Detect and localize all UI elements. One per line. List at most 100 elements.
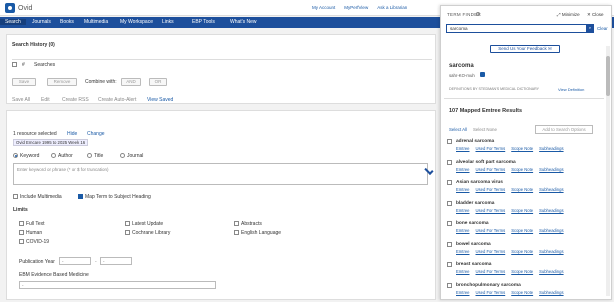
- info-icon[interactable]: [476, 12, 480, 16]
- tool-scrollbar[interactable]: [606, 46, 610, 296]
- save-all-link[interactable]: Save All: [12, 97, 30, 103]
- emtree-link[interactable]: Emtree: [456, 290, 470, 295]
- author-radio[interactable]: [51, 153, 56, 158]
- used-for-terms-link[interactable]: Used For Terms: [476, 167, 506, 172]
- subheadings-link[interactable]: Subheadings: [539, 187, 563, 192]
- limit-abstracts-checkbox[interactable]: [234, 221, 239, 226]
- emtree-link[interactable]: Emtree: [456, 249, 470, 254]
- used-for-terms-link[interactable]: Used For Terms: [476, 290, 506, 295]
- map-term-checkbox[interactable]: [78, 194, 83, 199]
- combine-or-button[interactable]: OR: [149, 78, 167, 86]
- nav-journals[interactable]: Journals: [32, 19, 51, 25]
- save-history-button[interactable]: Save: [12, 78, 36, 86]
- scope-note-link[interactable]: Scope Note: [511, 249, 533, 254]
- used-for-terms-link[interactable]: Used For Terms: [476, 187, 506, 192]
- edit-link[interactable]: Edit: [41, 97, 50, 103]
- add-to-search-button[interactable]: Add to Search Options: [535, 125, 593, 134]
- select-all-history-checkbox[interactable]: [12, 62, 17, 67]
- keyword-radio[interactable]: [13, 153, 18, 158]
- used-for-terms-link[interactable]: Used For Terms: [476, 249, 506, 254]
- subheadings-link[interactable]: Subheadings: [539, 146, 563, 151]
- subheadings-link[interactable]: Subheadings: [539, 228, 563, 233]
- limit-latest-update-checkbox[interactable]: [125, 221, 130, 226]
- term-checkbox[interactable]: [447, 139, 452, 144]
- minimize-button[interactable]: ⤢ Minimize: [557, 12, 580, 17]
- create-auto-alert-link[interactable]: Create Auto-Alert: [98, 97, 136, 103]
- my-account-link[interactable]: My Account: [312, 5, 335, 10]
- term-name[interactable]: adrenal sarcoma: [456, 139, 494, 144]
- limit-covid-checkbox[interactable]: [19, 239, 24, 244]
- term-checkbox[interactable]: [447, 200, 452, 206]
- nav-books[interactable]: Books: [60, 19, 74, 25]
- scrollbar-thumb[interactable]: [606, 56, 610, 96]
- journal-radio[interactable]: [120, 153, 125, 158]
- term-checkbox[interactable]: [447, 180, 452, 185]
- limit-english-checkbox[interactable]: [234, 230, 239, 235]
- limits-title[interactable]: Limits: [13, 207, 28, 213]
- limit-full-text-checkbox[interactable]: [19, 221, 24, 226]
- ebm-select[interactable]: -: [19, 281, 216, 289]
- scope-note-link[interactable]: Scope Note: [511, 187, 533, 192]
- term-name[interactable]: Asian sarcoma virus: [456, 180, 503, 185]
- close-button[interactable]: ✕ Close: [587, 12, 604, 18]
- term-checkbox[interactable]: [447, 221, 452, 226]
- select-all-link[interactable]: Select All: [449, 127, 467, 132]
- used-for-terms-link[interactable]: Used For Terms: [476, 146, 506, 151]
- subheadings-link[interactable]: Subheadings: [539, 269, 563, 274]
- term-checkbox[interactable]: [447, 159, 452, 165]
- ovid-logo[interactable]: Ovid: [5, 3, 32, 13]
- term-name[interactable]: bronchopulmonary sarcoma: [456, 283, 521, 288]
- nav-search[interactable]: Search: [0, 19, 26, 25]
- feedback-button[interactable]: Send Us Your Feedback ✉: [490, 45, 560, 53]
- nav-links[interactable]: Links: [162, 19, 174, 25]
- view-saved-link[interactable]: View Saved: [147, 97, 173, 103]
- scope-note-link[interactable]: Scope Note: [511, 208, 533, 213]
- term-name[interactable]: bladder sarcoma: [456, 201, 494, 206]
- ask-librarian-link[interactable]: Ask a Librarian: [377, 5, 407, 10]
- select-none-link[interactable]: Select None: [473, 127, 497, 132]
- search-history-title[interactable]: Search History (0): [12, 42, 55, 48]
- emtree-link[interactable]: Emtree: [456, 228, 470, 233]
- pub-year-to-select[interactable]: -: [100, 257, 132, 265]
- used-for-terms-link[interactable]: Used For Terms: [476, 269, 506, 274]
- scope-note-link[interactable]: Scope Note: [511, 167, 533, 172]
- search-input[interactable]: Enter keyword or phrase (* or $ for trun…: [13, 163, 428, 185]
- speaker-icon[interactable]: [480, 72, 485, 77]
- limit-human-checkbox[interactable]: [19, 230, 24, 235]
- term-name[interactable]: alveolar soft part sarcoma: [456, 160, 516, 165]
- term-search-button[interactable]: ⌕: [586, 25, 594, 32]
- term-name[interactable]: breast sarcoma: [456, 262, 491, 267]
- scope-note-link[interactable]: Scope Note: [511, 228, 533, 233]
- subheadings-link[interactable]: Subheadings: [539, 249, 563, 254]
- term-name[interactable]: bone sarcoma: [456, 221, 489, 226]
- scope-note-link[interactable]: Scope Note: [511, 146, 533, 151]
- emtree-link[interactable]: Emtree: [456, 187, 470, 192]
- scope-note-link[interactable]: Scope Note: [511, 269, 533, 274]
- combine-and-button[interactable]: AND: [121, 78, 141, 86]
- hide-link[interactable]: Hide: [67, 131, 77, 137]
- nav-whats-new[interactable]: What's New: [230, 19, 257, 25]
- view-definition-link[interactable]: View Definition: [558, 87, 584, 92]
- subheadings-link[interactable]: Subheadings: [539, 290, 563, 295]
- emtree-link[interactable]: Emtree: [456, 208, 470, 213]
- emtree-link[interactable]: Emtree: [456, 167, 470, 172]
- subheadings-link[interactable]: Subheadings: [539, 167, 563, 172]
- scope-note-link[interactable]: Scope Note: [511, 290, 533, 295]
- term-checkbox[interactable]: [447, 241, 452, 247]
- clear-link[interactable]: Clear: [597, 26, 608, 31]
- emtree-link[interactable]: Emtree: [456, 269, 470, 274]
- term-input[interactable]: sarcoma: [446, 24, 594, 33]
- limit-cochrane-checkbox[interactable]: [125, 230, 130, 235]
- subheadings-link[interactable]: Subheadings: [539, 208, 563, 213]
- used-for-terms-link[interactable]: Used For Terms: [476, 208, 506, 213]
- remove-history-button[interactable]: Remove: [47, 78, 77, 86]
- term-checkbox[interactable]: [447, 262, 452, 267]
- term-checkbox[interactable]: [447, 282, 452, 288]
- nav-multimedia[interactable]: Multimedia: [84, 19, 108, 25]
- pub-year-from-select[interactable]: -: [59, 257, 91, 265]
- nav-ebp-tools[interactable]: EBP Tools: [192, 19, 215, 25]
- term-name[interactable]: bowel sarcoma: [456, 242, 491, 247]
- myperfview-link[interactable]: MyPerfView: [344, 5, 368, 10]
- include-multimedia-checkbox[interactable]: [13, 194, 18, 199]
- used-for-terms-link[interactable]: Used For Terms: [476, 228, 506, 233]
